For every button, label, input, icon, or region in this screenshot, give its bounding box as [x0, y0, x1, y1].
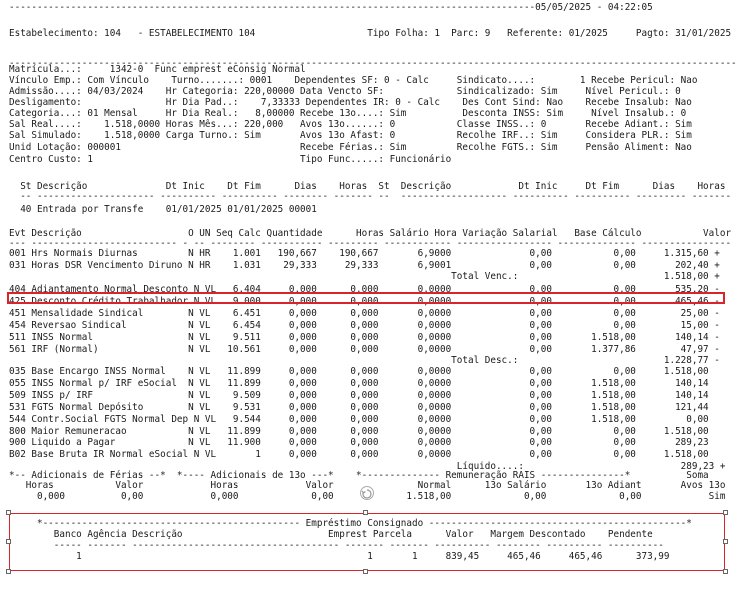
report-line: 509 INSS p/ IRF N VL 9.509 0,000 0,000 0…: [9, 390, 709, 401]
report-line: Matrícula...: 1342-0 Func emprest eConsi…: [9, 64, 306, 75]
report-line: 035 Base Encargo INSS Normal N VL 11.899…: [9, 366, 709, 377]
report-line: 800 Maior Remuneracao N VL 11.899 0,000 …: [9, 426, 709, 437]
report-line: 031 Horas DSR Vencimento Diruno N HR 1.0…: [9, 260, 720, 271]
resize-handle-icon[interactable]: [6, 569, 11, 574]
report-line: ----------------------------------------…: [9, 2, 653, 13]
report-line: 511 INSS Normal N VL 9.511 0,000 0,000 0…: [9, 332, 720, 343]
report-line: 454 Reversao Sindical N VL 6.454 0,000 0…: [9, 320, 720, 331]
report-line: 451 Mensalidade Sindical N VL 6.451 0,00…: [9, 308, 720, 319]
rotate-handle-icon[interactable]: [360, 486, 374, 500]
report-line: 531 FGTS Normal Depósito N VL 9.531 0,00…: [9, 402, 709, 413]
report-line: Estabelecimento: 104 - ESTABELECIMENTO 1…: [9, 28, 732, 39]
resize-handle-icon[interactable]: [363, 569, 368, 574]
resize-handle-icon[interactable]: [723, 539, 728, 544]
report-line: 900 Liquido a Pagar N VL 11.900 0,000 0,…: [9, 437, 709, 448]
resize-handle-icon[interactable]: [6, 539, 11, 544]
report-line: Admissão....: 04/03/2024 Hr Categoria: 2…: [9, 86, 681, 97]
report-line: Categoria...: 01 Mensal Hr Dia Real.: 8,…: [9, 108, 687, 119]
report-line: 055 INSS Normal p/ IRF eSocial N VL 11.8…: [9, 378, 709, 389]
report-line: 544 Contr.Social FGTS Normal Dep N VL 9.…: [9, 414, 709, 425]
resize-handle-icon[interactable]: [723, 510, 728, 515]
report-line: Total Venc.: 1.518,00 +: [9, 271, 720, 282]
report-line: Sal Simulado: 1.518,0000 Carga Turno.: S…: [9, 130, 692, 141]
report-line: Unid Lotação: 000001 Recebe Férias.: Sim…: [9, 142, 692, 153]
report-line: B02 Base Bruta IR Normal eSocial N VL 1 …: [9, 449, 709, 460]
report-line: Total Desc.: 1.228,77 -: [9, 355, 720, 366]
report-line: Centro Custo: 1 Tipo Func.....: Funcioná…: [9, 154, 452, 165]
report-line: 404 Adiantamento Normal Desconto N VL 6.…: [9, 284, 720, 295]
report-line: Vínculo Emp.: Com Vínculo Turno.......: …: [9, 75, 698, 86]
emprestimo-consignado-selection[interactable]: [6, 510, 728, 574]
report-line: 001 Hrs Normais Diurnas N HR 1.001 190,6…: [9, 248, 720, 259]
report-line: Desligamento: Hr Dia Pad..: 7,33333 Depe…: [9, 97, 692, 108]
report-line: 425 Desconto Crédito Trabalhador N VL 9.…: [9, 296, 720, 307]
report-line: Sal Real....: 1.518,0000 Horas Mês...: 2…: [9, 119, 692, 130]
resize-handle-icon[interactable]: [723, 569, 728, 574]
resize-handle-icon[interactable]: [363, 510, 368, 515]
report-line: 40 Entrada por Transfe 01/01/2025 01/01/…: [9, 204, 317, 215]
report-line: 561 IRF (Normal) N VL 10.561 0,000 0,000…: [9, 344, 720, 355]
resize-handle-icon[interactable]: [6, 510, 11, 515]
report-line: -- --------------------- ---------- ----…: [9, 191, 732, 202]
